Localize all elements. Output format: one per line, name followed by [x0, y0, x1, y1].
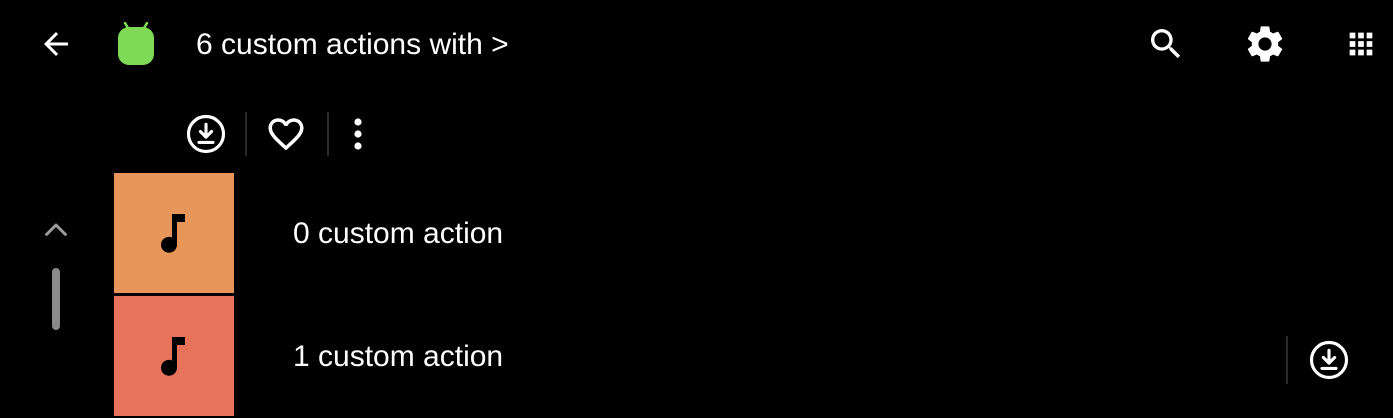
search-icon [1151, 29, 1181, 59]
toolbar-divider [327, 112, 329, 156]
more-options-button[interactable] [338, 108, 378, 160]
download-circle-icon [186, 114, 226, 154]
list-item[interactable]: 1 custom action [114, 296, 1393, 416]
search-button[interactable] [1140, 18, 1192, 70]
android-app-icon [118, 21, 154, 65]
scrollbar-thumb[interactable] [52, 268, 60, 330]
item-title: 1 custom action [293, 340, 504, 373]
download-circle-icon [1309, 340, 1349, 380]
media-browser-screen: 6 custom actions with > 0 custom action … [0, 0, 1393, 418]
item-title: 0 custom action [293, 217, 504, 250]
gear-icon [1247, 26, 1283, 62]
music-note-icon [161, 214, 185, 253]
scroll-up-button[interactable] [36, 210, 76, 250]
music-note-icon [161, 337, 185, 376]
item-download-button[interactable] [1302, 333, 1356, 387]
settings-button[interactable] [1239, 18, 1291, 70]
media-list: 0 custom action 1 custom action [114, 173, 1393, 418]
app-icon [116, 21, 156, 66]
app-header: 6 custom actions with > [0, 0, 1393, 90]
page-title: 6 custom actions with > [196, 28, 509, 61]
chevron-up-icon [45, 223, 67, 236]
favorite-button[interactable] [256, 108, 316, 160]
arrow-back-icon [44, 32, 68, 56]
item-thumbnail [114, 173, 234, 293]
apps-grid-icon [1349, 32, 1373, 56]
back-button[interactable] [30, 18, 82, 70]
action-toolbar [176, 108, 396, 160]
apps-button[interactable] [1335, 18, 1387, 70]
heart-outline-icon [268, 118, 304, 151]
download-button[interactable] [176, 108, 236, 160]
toolbar-divider [245, 112, 247, 156]
more-vert-icon [354, 118, 362, 150]
item-thumbnail [114, 296, 234, 416]
list-item[interactable]: 0 custom action [114, 173, 1393, 293]
item-action-divider [1286, 336, 1288, 384]
